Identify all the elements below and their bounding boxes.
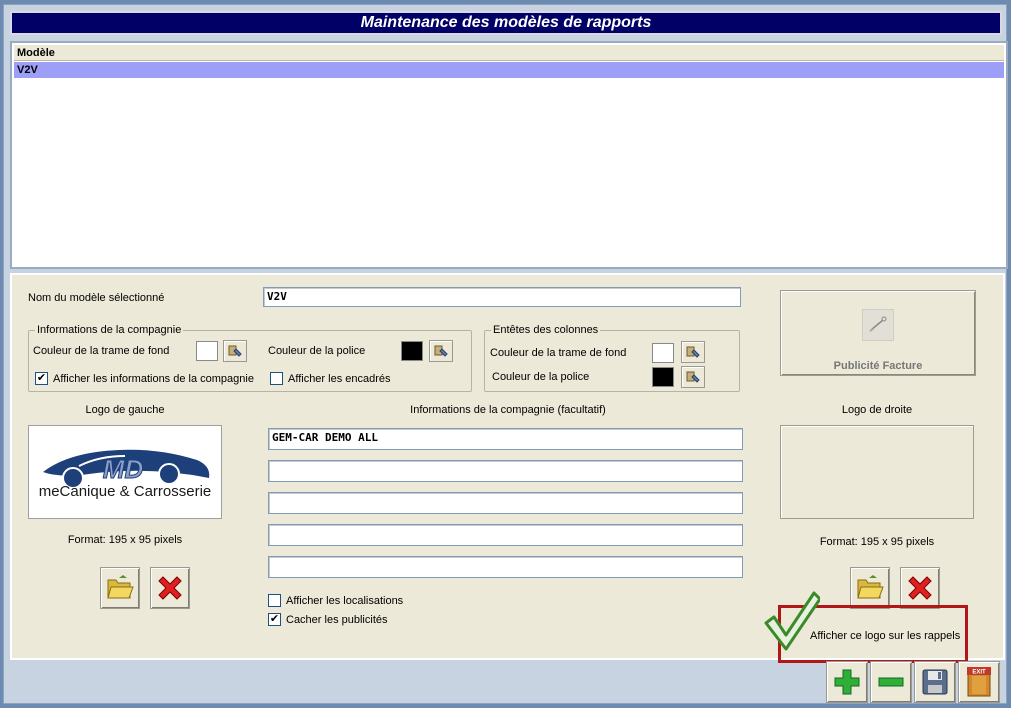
- right-logo-image[interactable]: [780, 425, 974, 519]
- hide-ads-checkbox[interactable]: ✔: [268, 613, 281, 626]
- paint-dropper-icon: [434, 345, 448, 357]
- company-font-color-label: Couleur de la police: [268, 345, 366, 357]
- left-logo-delete-button[interactable]: [150, 567, 190, 609]
- invoice-ad-label: Publicité Facture: [833, 360, 923, 372]
- show-logo-reminders-checkbox[interactable]: [764, 589, 822, 653]
- folder-open-icon: [857, 575, 884, 599]
- company-info-group: Informations de la compagnie Couleur de …: [28, 324, 472, 392]
- left-logo-open-button[interactable]: [100, 567, 140, 609]
- columns-bg-color-button[interactable]: [681, 341, 705, 363]
- show-logo-reminders-label: Afficher ce logo sur les rappels: [810, 630, 961, 642]
- save-button[interactable]: [914, 661, 956, 703]
- company-bg-color-button[interactable]: [223, 340, 247, 362]
- floppy-disk-icon: [922, 669, 948, 695]
- list-header-model[interactable]: Modèle: [14, 45, 1004, 61]
- right-logo-title: Logo de droite: [841, 404, 913, 416]
- company-bg-color-swatch: [196, 341, 218, 361]
- company-info-line-2[interactable]: [268, 460, 743, 482]
- show-frames-checkbox[interactable]: [270, 372, 283, 385]
- paint-dropper-icon: [228, 345, 242, 357]
- right-logo-open-button[interactable]: [850, 567, 890, 609]
- image-placeholder-icon: [862, 309, 894, 341]
- company-info-line-1[interactable]: GEM-CAR DEMO ALL: [268, 428, 743, 450]
- red-x-icon: [158, 576, 182, 600]
- show-frames-label: Afficher les encadrés: [288, 373, 391, 385]
- columns-font-color-label: Couleur de la police: [492, 371, 590, 383]
- right-logo-format: Format: 195 x 95 pixels: [819, 536, 935, 548]
- columns-bg-color-label: Couleur de la trame de fond: [490, 347, 627, 359]
- company-font-color-swatch: [401, 341, 423, 361]
- show-locations-checkbox[interactable]: [268, 594, 281, 607]
- folder-open-icon: [107, 575, 134, 599]
- company-font-color-button[interactable]: [429, 340, 453, 362]
- company-info-line-3[interactable]: [268, 492, 743, 514]
- logo-sub-text: meCanique & Carrosserie: [39, 483, 212, 500]
- logo-main-text: MD: [103, 454, 144, 484]
- model-name-label: Nom du modèle sélectionné: [28, 292, 165, 304]
- left-logo-format: Format: 195 x 95 pixels: [67, 534, 183, 546]
- exit-door-icon: EXIT: [967, 667, 991, 697]
- exit-label: EXIT: [972, 670, 986, 676]
- company-info-line-5[interactable]: [268, 556, 743, 578]
- remove-model-button[interactable]: [870, 661, 912, 703]
- model-detail-panel: Nom du modèle sélectionné V2V Informatio…: [10, 273, 1005, 663]
- green-minus-icon: [878, 677, 904, 687]
- hide-ads-label: Cacher les publicités: [286, 614, 388, 626]
- left-logo-title: Logo de gauche: [85, 404, 165, 416]
- columns-font-color-button[interactable]: [681, 366, 705, 388]
- big-checkmark-icon: [764, 591, 822, 651]
- add-model-button[interactable]: [826, 661, 868, 703]
- model-name-input[interactable]: V2V: [263, 287, 741, 307]
- report-models-window: Maintenance des modèles de rapports Modè…: [3, 4, 1008, 704]
- show-locations-label: Afficher les localisations: [286, 595, 404, 607]
- exit-button[interactable]: EXIT: [958, 661, 1000, 703]
- company-info-line-4[interactable]: [268, 524, 743, 546]
- columns-group-title: Entêtes des colonnes: [491, 324, 601, 336]
- paint-dropper-icon: [686, 346, 700, 358]
- column-headers-group: Entêtes des colonnes Couleur de la trame…: [484, 324, 740, 392]
- window-title: Maintenance des modèles de rapports: [10, 11, 1002, 35]
- company-bg-color-label: Couleur de la trame de fond: [33, 345, 170, 357]
- columns-bg-color-swatch: [652, 343, 674, 363]
- show-company-info-label: Afficher les informations de la compagni…: [53, 373, 254, 385]
- list-item[interactable]: V2V: [14, 62, 1004, 78]
- company-info-title: Informations de la compagnie (facultatif…: [410, 404, 606, 416]
- model-list[interactable]: Modèle V2V: [10, 41, 1008, 269]
- mecanique-carrosserie-logo: MD meCanique & Carrosserie: [39, 449, 212, 500]
- red-x-icon: [908, 576, 932, 600]
- left-logo-image[interactable]: MD meCanique & Carrosserie: [28, 425, 222, 519]
- show-company-info-checkbox[interactable]: ✔: [35, 372, 48, 385]
- paint-dropper-icon: [686, 371, 700, 383]
- green-plus-icon: [834, 669, 860, 695]
- columns-font-color-swatch: [652, 367, 674, 387]
- right-logo-delete-button[interactable]: [900, 567, 940, 609]
- invoice-ad-button[interactable]: Publicité Facture: [780, 290, 976, 376]
- company-group-title: Informations de la compagnie: [35, 324, 184, 336]
